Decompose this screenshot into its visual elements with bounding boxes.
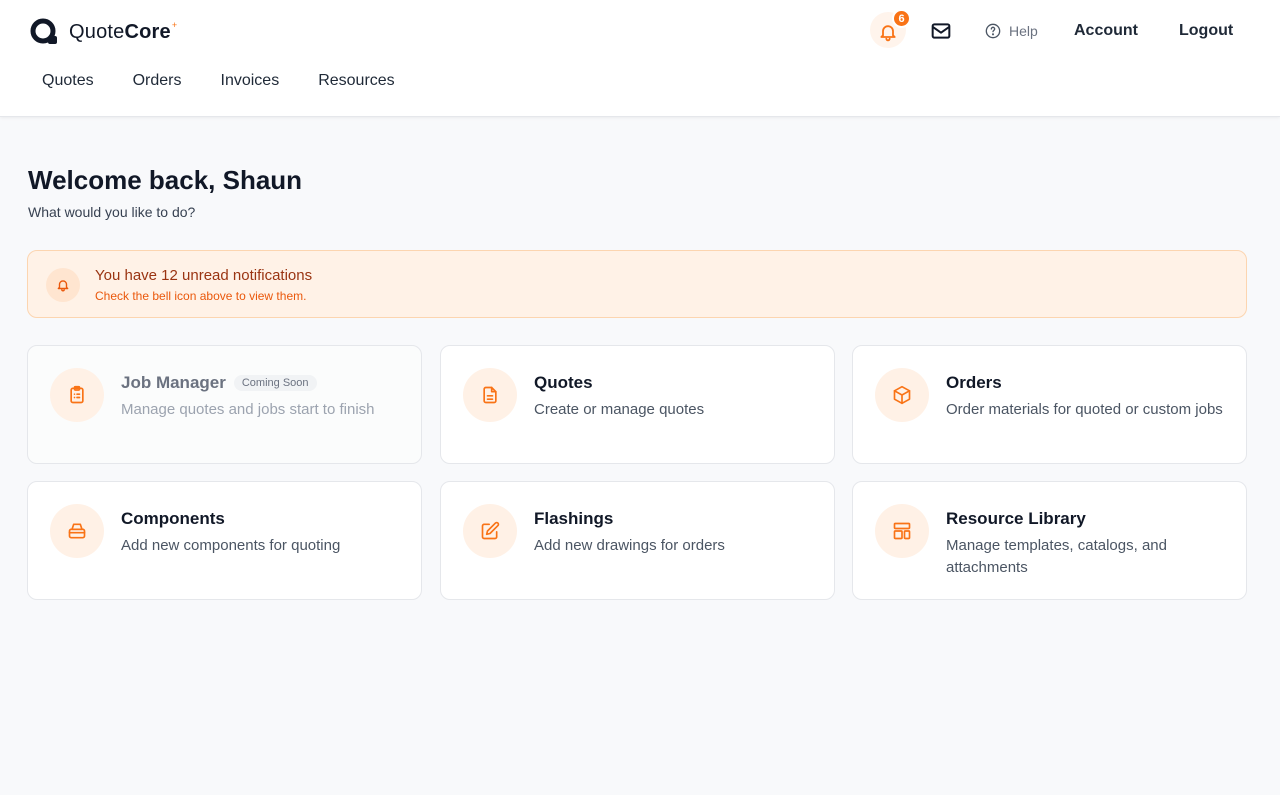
account-link[interactable]: Account [1074,22,1138,40]
card-description: Order materials for quoted or custom job… [946,401,1223,418]
main-nav: Quotes Orders Invoices Resources [42,72,395,90]
logout-link[interactable]: Logout [1179,22,1233,40]
nav-quotes[interactable]: Quotes [42,72,94,90]
notification-count-badge: 6 [892,9,911,28]
card-icon-circle [50,368,104,422]
card-icon-circle [463,368,517,422]
page-subtitle: What would you like to do? [28,204,196,220]
card-description: Manage templates, catalogs, and attachme… [946,537,1167,576]
clipboard-icon [70,385,84,404]
bell-icon [57,280,69,292]
card-title: Job Manager Coming Soon [121,373,317,393]
card-title-text: Job Manager [121,373,226,392]
card-components[interactable]: Components Add new components for quotin… [27,481,422,600]
help-link[interactable]: Help [985,23,1038,39]
help-label: Help [1009,23,1038,39]
card-icon-circle [875,504,929,558]
card-icon-circle [463,504,517,558]
nav-resources[interactable]: Resources [318,72,394,90]
card-title: Resource Library [946,509,1086,528]
document-icon [483,386,497,404]
quotecore-logo[interactable]: Quote Core + [30,18,177,46]
card-title: Flashings [534,509,614,528]
card-description: Add new components for quoting [121,537,341,554]
card-title: Orders [946,373,1002,392]
coming-soon-badge: Coming Soon [233,375,317,391]
card-icon-circle [875,368,929,422]
top-navigation-bar: Quote Core + Quotes Orders Invoices Resour… [0,0,1280,117]
notice-subtitle: Check the bell icon above to view them. [95,289,307,303]
nav-orders[interactable]: Orders [133,72,182,90]
card-description: Add new drawings for orders [534,537,725,554]
logo-plus-mark: + [171,19,178,30]
edit-icon [481,521,500,540]
card-resource-library[interactable]: Resource Library Manage templates, catal… [852,481,1247,600]
card-description: Manage quotes and jobs start to finish [121,401,375,418]
nav-invoices[interactable]: Invoices [221,72,280,90]
notice-bell-badge [46,268,80,302]
question-circle-icon [985,23,1001,39]
card-description: Create or manage quotes [534,401,705,418]
notice-title: You have 12 unread notifications [95,267,313,284]
notifications-banner: You have 12 unread notifications Check t… [27,250,1247,318]
card-title: Quotes [534,373,593,392]
logo-text-bold: Core [124,20,171,43]
card-orders[interactable]: Orders Order materials for quoted or cus… [852,345,1247,464]
logo-mark-icon [30,18,57,44]
card-flashings[interactable]: Flashings Add new drawings for orders [440,481,835,600]
card-job-manager[interactable]: Job Manager Coming Soon Manage quotes and… [27,345,422,464]
card-title: Components [121,509,225,528]
mail-icon[interactable] [931,22,951,40]
logo-text: Quote Core + [69,19,178,44]
page-title: Welcome back, Shaun [28,165,303,195]
layers-icon [68,523,86,539]
logo-text-light: Quote [69,20,125,43]
card-icon-circle [50,504,104,558]
layout-icon [893,522,911,540]
box-icon [893,385,911,405]
card-quotes[interactable]: Quotes Create or manage quotes [440,345,835,464]
